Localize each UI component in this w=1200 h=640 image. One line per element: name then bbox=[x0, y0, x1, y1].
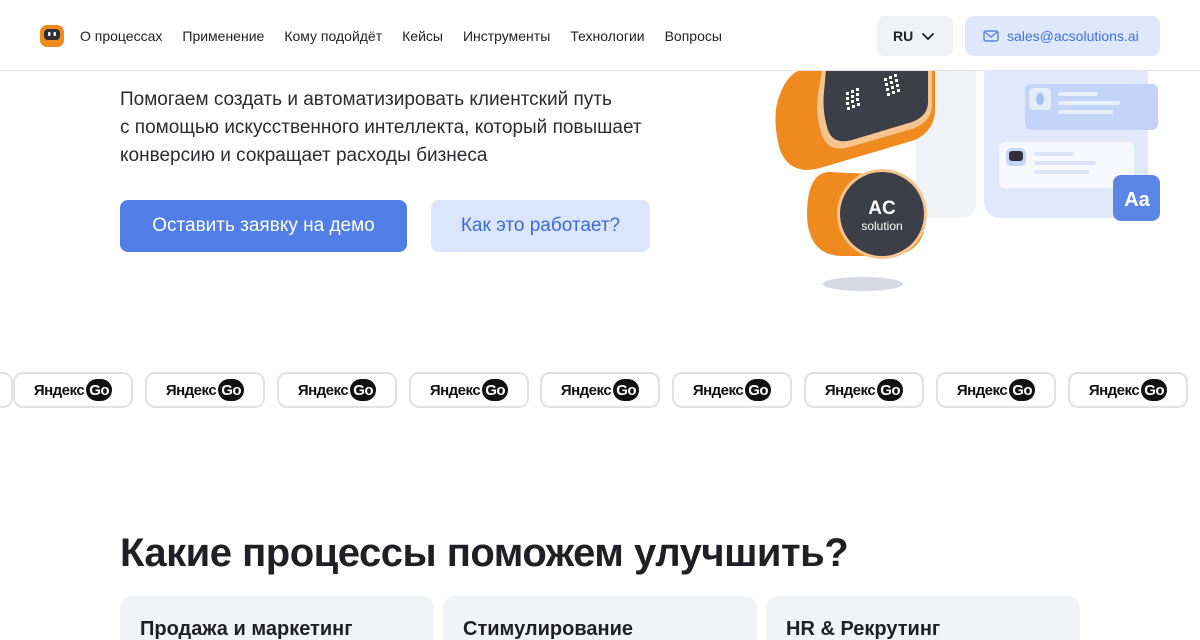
partner-logo-suffix: Go bbox=[877, 379, 904, 401]
chevron-down-icon bbox=[922, 33, 935, 40]
language-label: RU bbox=[893, 28, 914, 44]
email-button[interactable]: sales@acsolutions.ai bbox=[965, 16, 1160, 56]
nav-item-usage[interactable]: Применение bbox=[182, 27, 264, 45]
process-card-title: Продажа и маркетинг bbox=[140, 618, 353, 640]
partner-logo-suffix: Go bbox=[86, 379, 113, 401]
language-selector[interactable]: RU bbox=[877, 16, 953, 56]
partner-logo-text: Яндекс bbox=[429, 381, 481, 399]
partner-logo-yandex-go: ЯндексGo bbox=[409, 372, 529, 408]
partner-logo-yandex-go: ЯндексGo bbox=[13, 372, 133, 408]
partner-logo-yandex-go: ЯндексGo bbox=[804, 372, 924, 408]
partner-logo-yandex-go: ЯндексGo bbox=[145, 372, 265, 408]
partner-logo-yandex-go: ЯндексGo bbox=[540, 372, 660, 408]
partner-logo-text: Яндекс bbox=[824, 381, 876, 399]
nav-item-cases[interactable]: Кейсы bbox=[402, 27, 443, 45]
font-badge-text: Aa bbox=[1124, 189, 1150, 211]
nav-item-technologies[interactable]: Технологии bbox=[570, 27, 644, 45]
robot-shadow bbox=[823, 277, 903, 291]
partner-logo-text: Яндекс bbox=[165, 381, 217, 399]
hero-line: Помогаем создать и автоматизировать клие… bbox=[120, 89, 612, 110]
email-label: sales@acsolutions.ai bbox=[1007, 28, 1139, 44]
hero-line: с помощью искусственного интеллекта, кот… bbox=[120, 117, 642, 138]
nav-item-processes[interactable]: О процессах bbox=[80, 27, 162, 45]
robot-illustration: Aa AC solution bbox=[775, 60, 1160, 291]
partner-logo-suffix: Go bbox=[1009, 379, 1036, 401]
partner-logo-suffix: Go bbox=[613, 379, 640, 401]
main-nav: О процессах Применение Кому подойдёт Кей… bbox=[80, 27, 742, 45]
process-card-hr[interactable]: HR & Рекрутинг bbox=[766, 596, 1080, 640]
partner-logo-yandex-go: ЯндексGo bbox=[1068, 372, 1188, 408]
nav-item-faq[interactable]: Вопросы bbox=[665, 27, 722, 45]
partner-logo-yandex-go: ЯндексGo bbox=[936, 372, 1056, 408]
partner-logo-suffix: Go bbox=[1141, 379, 1168, 401]
partner-logo-suffix: Go bbox=[745, 379, 772, 401]
process-card-sales[interactable]: Продажа и маркетинг bbox=[120, 596, 434, 640]
robot-badge-subtitle: solution bbox=[861, 219, 902, 233]
partner-logo-text: Яндекс bbox=[1088, 381, 1140, 399]
process-card-title: HR & Рекрутинг bbox=[786, 618, 941, 640]
section-title: Какие процессы поможем улучшить? bbox=[120, 531, 849, 575]
how-it-works-button[interactable]: Как это работает? bbox=[431, 200, 650, 252]
partner-logo-yandex-go: ЯндексGo bbox=[277, 372, 397, 408]
partner-logo-text: Яндекс bbox=[560, 381, 612, 399]
hero-line: конверсию и сокращает расходы бизнеса bbox=[120, 145, 488, 166]
nav-item-audience[interactable]: Кому подойдёт bbox=[284, 27, 382, 45]
request-demo-button[interactable]: Оставить заявку на демо bbox=[120, 200, 407, 252]
robot-badge-title: AC bbox=[868, 198, 896, 219]
partner-logo-suffix: Go bbox=[482, 379, 509, 401]
process-card-title: Стимулирование bbox=[463, 618, 634, 640]
mail-icon bbox=[983, 30, 999, 42]
partner-logo-text: Яндекс bbox=[692, 381, 744, 399]
partner-logo-text: Яндекс bbox=[297, 381, 349, 399]
partner-logo-text: Яндекс bbox=[33, 381, 85, 399]
partner-logo-yandex-go: ЯндексGo bbox=[0, 372, 13, 408]
partner-logo-suffix: Go bbox=[350, 379, 377, 401]
partner-logo-yandex-go: ЯндексGo bbox=[672, 372, 792, 408]
nav-item-tools[interactable]: Инструменты bbox=[463, 27, 550, 45]
hero-description: Помогаем создать и автоматизировать клие… bbox=[120, 86, 720, 170]
partners-strip: Яндекс Go Яндекс Go Яндекс Go Яндекс Go Яндекс Go… bbox=[0, 372, 1200, 408]
process-card-incentives[interactable]: Стимулирование bbox=[443, 596, 757, 640]
partner-logo-text: Яндекс bbox=[956, 381, 1008, 399]
partner-logo-suffix: Go bbox=[218, 379, 245, 401]
robot-logo-icon[interactable] bbox=[39, 23, 65, 49]
site-header: О процессах Применение Кому подойдёт Кей… bbox=[0, 0, 1200, 71]
